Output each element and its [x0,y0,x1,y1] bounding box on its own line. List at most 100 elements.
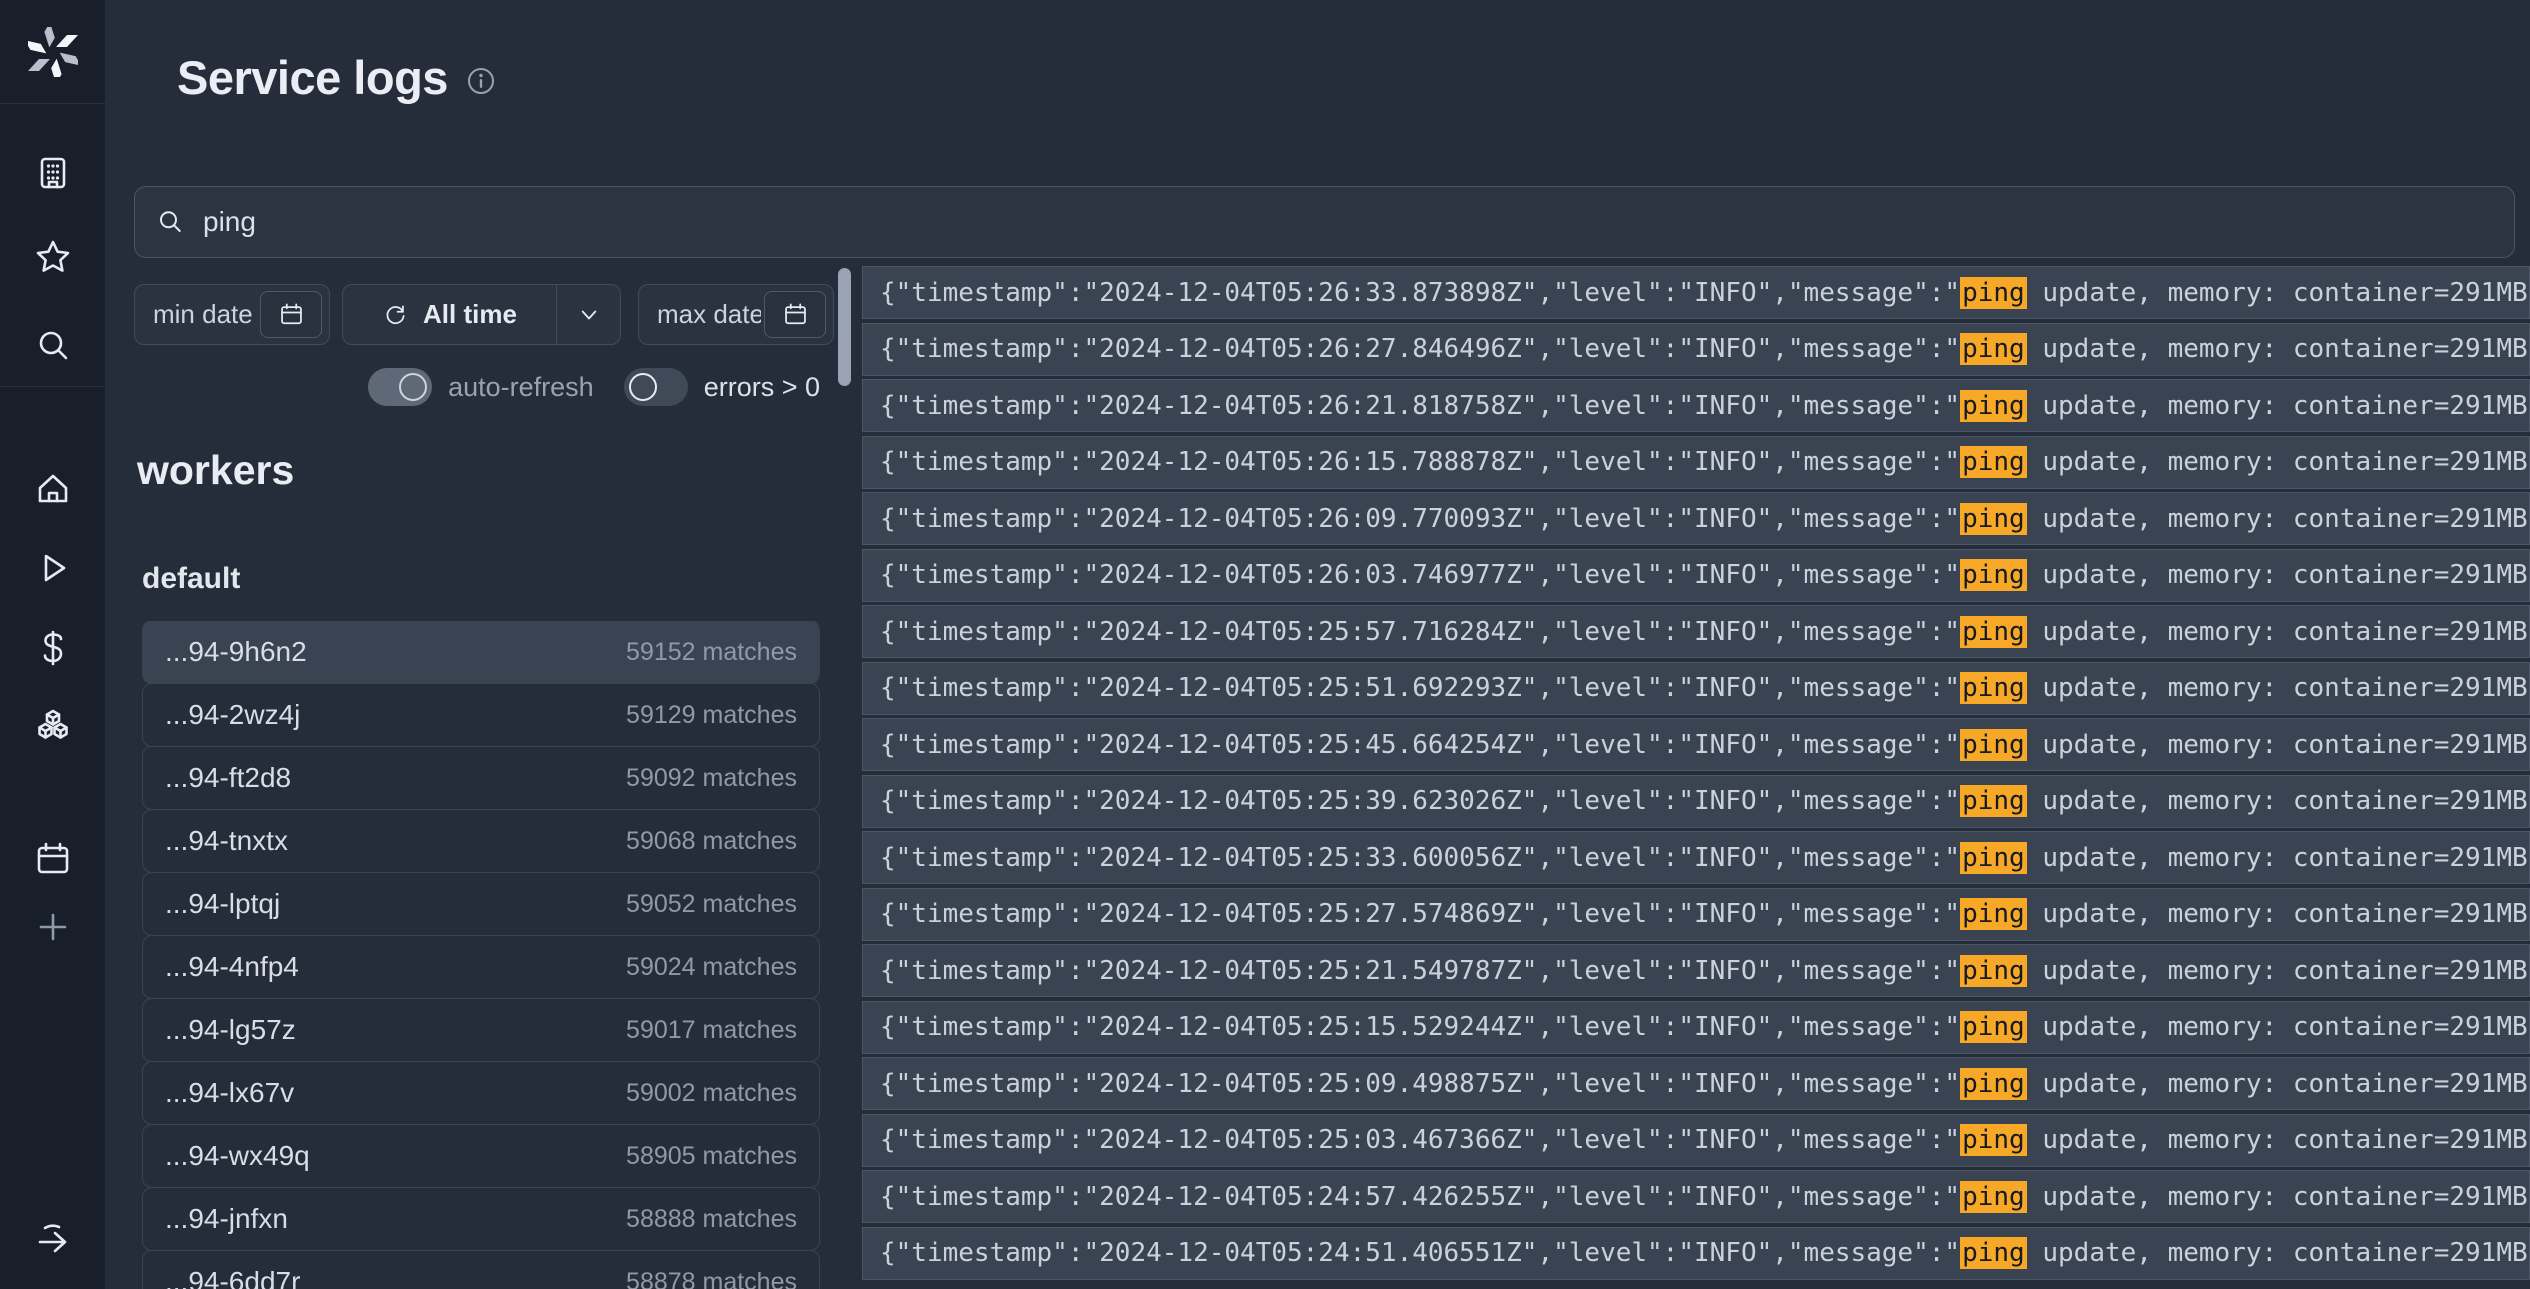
log-line-text: {"timestamp":"2024-12-04T05:26:21.818758… [880,391,2528,421]
worker-row[interactable]: ...94-9h6n2 59152 matches [142,621,820,684]
auto-refresh-toggle[interactable] [368,368,432,406]
log-timestamp: 2024-12-04T05:25:45.664254Z [1099,730,1522,760]
worker-row[interactable]: ...94-tnxtx 59068 matches [142,809,820,873]
worker-row[interactable]: ...94-lg57z 59017 matches [142,998,820,1062]
time-range-dropdown-button[interactable] [556,285,620,344]
log-row[interactable]: {"timestamp":"2024-12-04T05:25:51.692293… [862,662,2530,715]
max-date-calendar-button[interactable] [764,291,826,338]
log-mid: ","level":"INFO","message":" [1522,1238,1960,1268]
log-row[interactable]: {"timestamp":"2024-12-04T05:25:09.498875… [862,1057,2530,1110]
home-icon[interactable] [32,468,73,509]
log-prefix: {"timestamp":" [880,956,1099,986]
log-prefix: {"timestamp":" [880,786,1099,816]
log-row[interactable]: {"timestamp":"2024-12-04T05:25:21.549787… [862,944,2530,997]
log-line-text: {"timestamp":"2024-12-04T05:25:39.623026… [880,786,2528,816]
search-match-highlight: ping [1960,1237,2027,1269]
worker-row[interactable]: ...94-lptqj 59052 matches [142,872,820,936]
worker-name: ...94-2wz4j [165,699,300,731]
toggle-knob [399,373,427,401]
search-icon[interactable] [32,325,73,366]
toggle-knob [629,373,657,401]
worker-match-count: 59024 matches [626,953,797,982]
search-match-highlight: ping [1960,616,2027,648]
log-timestamp: 2024-12-04T05:25:33.600056Z [1099,843,1522,873]
log-line-text: {"timestamp":"2024-12-04T05:25:15.529244… [880,1012,2528,1042]
min-date-calendar-button[interactable] [260,291,322,338]
log-mid: ","level":"INFO","message":" [1522,560,1960,590]
worker-match-count: 59017 matches [626,1016,797,1045]
log-timestamp: 2024-12-04T05:25:03.467366Z [1099,1125,1522,1155]
worker-row[interactable]: ...94-6dd7r 58878 matches [142,1250,820,1289]
log-timestamp: 2024-12-04T05:25:15.529244Z [1099,1012,1522,1042]
runs-play-icon[interactable] [32,547,73,588]
log-row[interactable]: {"timestamp":"2024-12-04T05:25:57.716284… [862,605,2530,658]
workers-heading: workers [137,447,294,494]
worker-match-count: 59052 matches [626,890,797,919]
log-row[interactable]: {"timestamp":"2024-12-04T05:25:33.600056… [862,831,2530,884]
time-range-group: All time [342,284,621,345]
schedules-calendar-icon[interactable] [32,838,73,879]
log-line-text: {"timestamp":"2024-12-04T05:25:33.600056… [880,843,2528,873]
worker-name: ...94-tnxtx [165,825,288,857]
log-suffix: update, memory: container=291MB [2027,899,2528,929]
log-timestamp: 2024-12-04T05:24:51.406551Z [1099,1238,1522,1268]
log-row[interactable]: {"timestamp":"2024-12-04T05:26:15.788878… [862,436,2530,489]
max-date-placeholder: max date [657,299,761,330]
search-match-highlight: ping [1960,898,2027,930]
worker-name: ...94-lg57z [165,1014,296,1046]
log-suffix: update, memory: container=291MB [2027,673,2528,703]
log-row[interactable]: {"timestamp":"2024-12-04T05:26:27.846496… [862,323,2530,376]
log-mid: ","level":"INFO","message":" [1522,786,1960,816]
worker-name: ...94-lx67v [165,1077,294,1109]
favorites-star-icon[interactable] [32,236,73,277]
search-match-highlight: ping [1960,277,2027,309]
log-mid: ","level":"INFO","message":" [1522,899,1960,929]
search-match-highlight: ping [1960,333,2027,365]
log-row[interactable]: {"timestamp":"2024-12-04T05:24:57.426255… [862,1170,2530,1223]
log-line-text: {"timestamp":"2024-12-04T05:25:57.716284… [880,617,2528,647]
search-match-highlight: ping [1960,842,2027,874]
log-row[interactable]: {"timestamp":"2024-12-04T05:26:09.770093… [862,492,2530,545]
log-row[interactable]: {"timestamp":"2024-12-04T05:26:33.873898… [862,266,2530,319]
log-row[interactable]: {"timestamp":"2024-12-04T05:24:51.406551… [862,1227,2530,1280]
worker-row[interactable]: ...94-jnfxn 58888 matches [142,1187,820,1251]
worker-row[interactable]: ...94-4nfp4 59024 matches [142,935,820,999]
log-suffix: update, memory: container=291MB [2027,1125,2528,1155]
log-mid: ","level":"INFO","message":" [1522,1069,1960,1099]
log-row[interactable]: {"timestamp":"2024-12-04T05:25:45.664254… [862,718,2530,771]
errors-filter-toggle[interactable] [624,368,688,406]
log-prefix: {"timestamp":" [880,617,1099,647]
create-plus-icon[interactable] [32,906,73,947]
log-timestamp: 2024-12-04T05:25:57.716284Z [1099,617,1522,647]
log-line-text: {"timestamp":"2024-12-04T05:25:27.574869… [880,899,2528,929]
worker-row[interactable]: ...94-ft2d8 59092 matches [142,746,820,810]
expand-sidebar-arrow-icon[interactable] [32,1218,73,1259]
info-icon[interactable] [466,66,496,96]
log-prefix: {"timestamp":" [880,673,1099,703]
log-row[interactable]: {"timestamp":"2024-12-04T05:25:03.467366… [862,1114,2530,1167]
log-row[interactable]: {"timestamp":"2024-12-04T05:25:27.574869… [862,888,2530,941]
log-prefix: {"timestamp":" [880,1012,1099,1042]
log-mid: ","level":"INFO","message":" [1522,334,1960,364]
resources-cubes-icon[interactable] [32,706,73,747]
workspace-building-icon[interactable] [32,152,73,193]
search-input[interactable] [201,205,2494,239]
time-range-button[interactable]: All time [343,285,556,344]
max-date-input[interactable]: max date [638,284,834,345]
log-line-text: {"timestamp":"2024-12-04T05:26:33.873898… [880,278,2528,308]
min-date-input[interactable]: min date [134,284,330,345]
worker-row[interactable]: ...94-lx67v 59002 matches [142,1061,820,1125]
search-match-highlight: ping [1960,1124,2027,1156]
worker-row[interactable]: ...94-wx49q 58905 matches [142,1124,820,1188]
windmill-logo[interactable] [0,0,105,104]
log-row[interactable]: {"timestamp":"2024-12-04T05:25:39.623026… [862,775,2530,828]
log-row[interactable]: {"timestamp":"2024-12-04T05:26:21.818758… [862,379,2530,432]
log-scrollbar[interactable] [838,268,851,386]
worker-row[interactable]: ...94-2wz4j 59129 matches [142,683,820,747]
log-row[interactable]: {"timestamp":"2024-12-04T05:26:03.746977… [862,549,2530,602]
log-row[interactable]: {"timestamp":"2024-12-04T05:25:15.529244… [862,1001,2530,1054]
log-panel: {"timestamp":"2024-12-04T05:26:33.873898… [838,266,2530,1289]
log-mid: ","level":"INFO","message":" [1522,843,1960,873]
variables-dollar-icon[interactable] [32,627,73,668]
worker-name: ...94-wx49q [165,1140,310,1172]
